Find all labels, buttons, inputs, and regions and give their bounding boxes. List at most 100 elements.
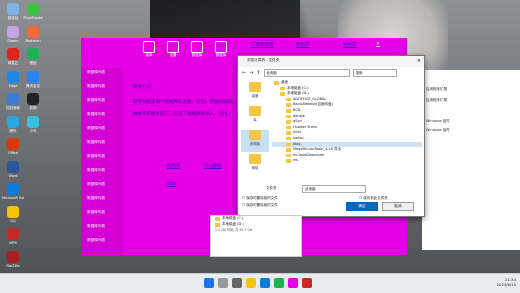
desktop-icon[interactable]: Microsoft Edge — [2, 183, 24, 200]
folder-icon — [286, 142, 291, 147]
desktop-icon[interactable]: 网易云 — [2, 48, 24, 66]
desktop-icon[interactable]: BlueStacks — [22, 3, 44, 20]
sidebar-item[interactable]: ·数据库列表 — [81, 96, 123, 110]
explorer-item[interactable]: Windows 组件 — [426, 119, 450, 124]
forward-arrow-icon[interactable]: → — [249, 70, 253, 76]
path-field[interactable]: 此电脑 — [263, 69, 350, 77]
desktop-icon[interactable]: Office — [2, 138, 24, 155]
desktop-icon[interactable]: FileZilla — [2, 250, 24, 268]
desktop-icon[interactable]: 腾讯会议 — [22, 70, 44, 89]
desktop-icon[interactable]: 剪映 — [22, 93, 44, 111]
folder-icon — [280, 86, 285, 91]
sidebar-item[interactable]: ·数据库列表 — [81, 194, 123, 208]
explorer-item[interactable]: Windows 组件 — [426, 128, 450, 133]
back-arrow-icon[interactable]: ← — [242, 70, 246, 76]
header-link[interactable]: 数据库 — [296, 42, 310, 48]
checkbox-delete-temp[interactable]: ☐ 保存时删除临时文件 — [242, 196, 278, 201]
search-input[interactable]: 搜索 — [352, 69, 397, 77]
explorer-icon[interactable] — [246, 278, 256, 288]
desktop-icon[interactable]: Word — [2, 160, 24, 178]
toolbar-menu-button[interactable]: 菜单 — [141, 41, 157, 63]
wechat-icon[interactable] — [274, 278, 284, 288]
folder-field[interactable]: 此电脑 — [302, 185, 366, 193]
explorer-item[interactable]: 应用程序扩展 — [426, 98, 447, 103]
app-icon — [7, 138, 19, 150]
folder-icon — [249, 106, 261, 116]
sidebar-item[interactable]: ·数据库列表 — [81, 138, 123, 152]
folder-icon — [286, 97, 291, 102]
toolbar-settings-button[interactable]: 设置 — [165, 41, 181, 63]
desktop-icon[interactable]: 微信 — [22, 48, 44, 66]
sidebar-item[interactable]: ·数据库列表 — [81, 110, 123, 124]
dialog-footer: 文件夹 此电脑 ☐ 保存时删除临时文件 ☐ 保存时删除临时文件 ☐ 保存到此文件… — [242, 185, 420, 214]
ok-button[interactable]: 确定 — [346, 202, 378, 211]
edge-icon[interactable] — [260, 278, 270, 288]
desktop-icon[interactable]: 腾讯 — [2, 115, 24, 134]
dialog-nav-bar: ← → ↑ 此电脑 搜索 — [238, 68, 424, 78]
cancel-button[interactable]: 取消 — [382, 202, 414, 211]
clock[interactable]: 21:34 2023/6/10 — [497, 277, 516, 287]
up-arrow-icon[interactable]: ↑ — [256, 70, 260, 76]
place-item[interactable]: 网络 — [241, 154, 269, 176]
desktop-icon[interactable]: Steam — [2, 25, 24, 43]
folder-icon — [286, 120, 291, 124]
folder-icon — [274, 81, 279, 85]
folder-icon — [215, 223, 220, 227]
bottom-link[interactable]: 帮助 — [167, 181, 176, 187]
checkbox-save-here[interactable]: ☐ 保存到此文件夹 — [359, 196, 388, 201]
sidebar-item[interactable]: ·数据库列表 — [81, 82, 123, 96]
browse-folder-dialog: 浏览计算机 - 文件夹 ✕ ← → ↑ 此电脑 搜索 桌面库此电脑 网络 桌面 本地… — [237, 55, 425, 217]
folder-icon — [286, 131, 291, 135]
app-taskbar-icon[interactable] — [288, 278, 298, 288]
sidebar-item[interactable]: ·数据库列表 — [81, 208, 123, 222]
start-icon[interactable] — [204, 278, 214, 288]
header-link[interactable]: 数据库 — [343, 42, 357, 48]
folder-icon — [286, 114, 291, 119]
folder-label: 文件夹 — [266, 186, 277, 190]
sidebar-item[interactable]: ·数据库列表 — [81, 124, 123, 138]
folder-tree: 桌面 本地磁盘 (C:) 本地磁盘 (D:) ADOFFICE_GLOBAL Baidu… — [272, 80, 422, 186]
close-icon[interactable]: ✕ — [417, 58, 421, 64]
desktop-icon[interactable]: WPS — [2, 228, 24, 245]
app-icon — [7, 250, 19, 263]
folder-icon — [249, 154, 261, 164]
sidebar-item[interactable]: ·数据库列表 — [81, 152, 123, 166]
bottom-link[interactable]: 导出数据 — [204, 163, 222, 169]
place-item[interactable]: 此电脑 — [241, 130, 269, 152]
place-item[interactable]: 桌面 — [241, 82, 269, 104]
explorer-item[interactable]: 应用程序扩展 — [426, 87, 447, 92]
header-link[interactable]: 下载数据库 — [251, 42, 274, 48]
folder-icon — [286, 159, 291, 163]
place-item[interactable]: 库 — [241, 106, 269, 128]
bottom-link[interactable]: 数据库 — [167, 163, 181, 169]
folder-icon — [286, 136, 291, 141]
taskbar: 21:34 2023/6/10 — [0, 273, 520, 293]
sidebar-item[interactable]: ·数据库列表 — [81, 68, 123, 82]
toolbar-db2-button[interactable]: 数据库 — [213, 41, 229, 63]
desktop-icon[interactable]: QQ — [2, 205, 24, 223]
checkbox-delete-temp-2[interactable]: ☐ 保存时删除临时文件 — [242, 203, 278, 208]
close-icon[interactable]: ✕ — [376, 42, 380, 47]
tree-item[interactable]: ms — [272, 158, 422, 164]
desktop-icon[interactable]: 回收站 — [2, 3, 24, 21]
sidebar-item[interactable]: ·数据库列表 — [81, 166, 123, 180]
folder-icon — [286, 109, 291, 113]
folder-icon — [286, 153, 291, 158]
explorer-window: 应用程序扩展 应用程序扩展 Windows 组件 Windows 组件 — [422, 70, 520, 250]
app-taskbar-icon[interactable] — [302, 278, 312, 288]
menu-icon — [143, 41, 155, 53]
search-icon[interactable] — [218, 278, 228, 288]
app-icon — [7, 115, 19, 128]
sidebar-item[interactable]: ·数据库列表 — [81, 180, 123, 194]
sidebar-item[interactable]: ·数据库列表 — [81, 222, 123, 236]
taskview-icon[interactable] — [232, 278, 242, 288]
desktop-icon[interactable]: 小鸟 — [22, 115, 44, 134]
app-body1: 软件功能是用于数据库的查看、导出、管理数据库。 — [133, 100, 237, 105]
desktop-icon[interactable]: Edge — [2, 70, 24, 88]
app-icon — [27, 115, 39, 128]
app-icon — [7, 160, 19, 173]
sidebar-item[interactable]: ·数据库列表 — [81, 236, 123, 250]
toolbar-db-button[interactable]: 数据库 — [189, 41, 205, 63]
desktop-icon[interactable]: Postman — [22, 25, 44, 43]
desktop-icon[interactable]: 控制面板 — [2, 93, 24, 111]
